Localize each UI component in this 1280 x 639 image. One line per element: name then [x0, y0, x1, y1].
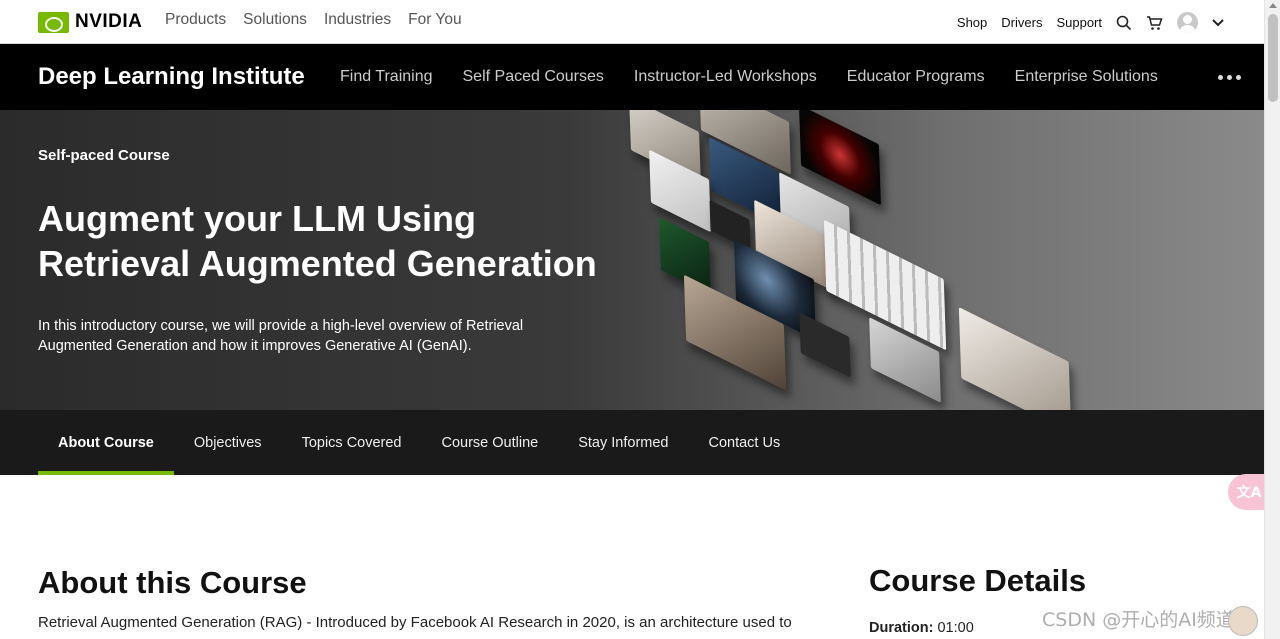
dli-find-training[interactable]: Find Training: [340, 68, 433, 86]
hero-banner: Self-paced Course Augment your LLM Using…: [0, 110, 1264, 410]
nav-for-you[interactable]: For You: [408, 11, 461, 29]
primary-menu: Products Solutions Industries For You: [165, 11, 462, 29]
cart-icon[interactable]: [1146, 15, 1163, 31]
nav-products[interactable]: Products: [165, 11, 226, 29]
watermark-avatar-icon: [1228, 606, 1258, 636]
dli-title[interactable]: Deep Learning Institute: [38, 63, 305, 91]
user-avatar-icon[interactable]: [1177, 12, 1198, 33]
shop-link[interactable]: Shop: [957, 15, 987, 30]
tab-objectives[interactable]: Objectives: [174, 410, 282, 475]
details-heading: Course Details: [869, 563, 1087, 598]
tab-list: About Course Objectives Topics Covered C…: [38, 410, 800, 475]
dli-instructor-led-workshops[interactable]: Instructor-Led Workshops: [634, 68, 817, 86]
nav-solutions[interactable]: Solutions: [243, 11, 307, 29]
duration-value: 01:00: [937, 620, 974, 636]
brand-name: NVIDIA: [75, 11, 143, 32]
dli-educator-programs[interactable]: Educator Programs: [847, 68, 985, 86]
dli-self-paced-courses[interactable]: Self Paced Courses: [463, 68, 604, 86]
top-navigation: NVIDIA Products Solutions Industries For…: [0, 0, 1264, 44]
about-heading: About this Course: [38, 565, 307, 600]
tab-about-course[interactable]: About Course: [38, 410, 174, 475]
course-description: In this introductory course, we will pro…: [38, 318, 524, 354]
about-text: Retrieval Augmented Generation (RAG) - I…: [38, 614, 792, 631]
collage-tile: [958, 307, 1072, 410]
csdn-watermark: CSDN @开心的AI频道: [1042, 609, 1235, 631]
tab-course-outline[interactable]: Course Outline: [422, 410, 559, 475]
dli-enterprise-solutions[interactable]: Enterprise Solutions: [1015, 68, 1158, 86]
nav-industries[interactable]: Industries: [324, 11, 391, 29]
duration-row: Duration: 01:00: [869, 620, 974, 636]
course-tabs: About Course Objectives Topics Covered C…: [0, 410, 1264, 475]
tab-stay-informed[interactable]: Stay Informed: [558, 410, 688, 475]
hero-image-collage: [590, 110, 1110, 410]
course-type-label: Self-paced Course: [38, 147, 170, 164]
nvidia-eye-icon: [38, 11, 69, 33]
drivers-link[interactable]: Drivers: [1001, 15, 1042, 30]
nvidia-logo[interactable]: NVIDIA: [38, 11, 142, 33]
tab-contact-us[interactable]: Contact Us: [688, 410, 800, 475]
support-link[interactable]: Support: [1056, 15, 1102, 30]
duration-label: Duration:: [869, 620, 934, 636]
scroll-thumb[interactable]: [1268, 14, 1278, 102]
translate-icon: 文A: [1236, 485, 1262, 501]
dli-navigation: Deep Learning Institute Find Training Se…: [0, 44, 1264, 110]
dli-menu: Find Training Self Paced Courses Instruc…: [340, 68, 1158, 86]
scroll-up-icon[interactable]: [1269, 3, 1277, 8]
more-menu-icon[interactable]: [1218, 75, 1241, 80]
page-scrollbar[interactable]: [1264, 0, 1280, 639]
chevron-down-icon[interactable]: [1212, 18, 1224, 28]
collage-tile: [709, 199, 751, 251]
utility-menu: Shop Drivers Support: [957, 12, 1224, 33]
tab-topics-covered[interactable]: Topics Covered: [282, 410, 422, 475]
course-title: Augment your LLM Using Retrieval Augment…: [38, 198, 597, 284]
collage-tile: [799, 312, 851, 378]
search-icon[interactable]: [1116, 15, 1132, 31]
